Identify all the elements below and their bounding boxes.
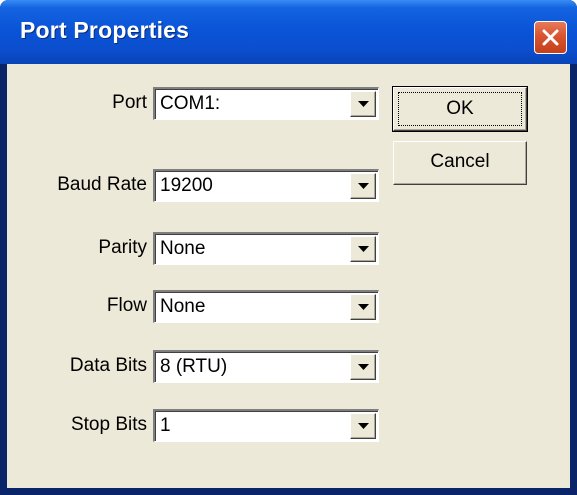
baud-rate-select[interactable]: 19200 <box>153 169 379 202</box>
title-bar[interactable]: Port Properties <box>0 0 577 64</box>
port-select[interactable]: COM1: <box>153 87 379 120</box>
baud-rate-label: Baud Rate <box>57 174 147 195</box>
chevron-down-icon <box>358 101 369 107</box>
data-bits-select-value: 8 (RTU) <box>160 356 228 377</box>
stop-bits-select-value: 1 <box>160 415 171 436</box>
parity-select-value: None <box>160 238 206 259</box>
port-dropdown-button[interactable] <box>350 91 376 117</box>
stop-bits-dropdown-button[interactable] <box>350 413 376 439</box>
close-button[interactable] <box>534 21 567 54</box>
parity-label: Parity <box>98 237 147 258</box>
chevron-down-icon <box>358 364 369 370</box>
close-icon <box>542 29 559 46</box>
stop-bits-label: Stop Bits <box>70 414 147 435</box>
window-title: Port Properties <box>20 17 190 43</box>
chevron-down-icon <box>358 246 369 252</box>
chevron-down-icon <box>358 183 369 189</box>
cancel-button[interactable]: Cancel <box>393 141 527 185</box>
flow-select[interactable]: None <box>153 290 379 323</box>
chevron-down-icon <box>358 304 369 310</box>
data-bits-dropdown-button[interactable] <box>350 354 376 380</box>
ok-button[interactable]: OK <box>392 86 528 132</box>
baud-rate-dropdown-button[interactable] <box>350 173 376 199</box>
flow-select-value: None <box>160 296 206 317</box>
chevron-down-icon <box>358 423 369 429</box>
port-select-value: COM1: <box>160 93 221 114</box>
dialog-body: Port COM1: Baud Rate 19200 Parity None F… <box>7 64 570 488</box>
data-bits-label: Data Bits <box>69 355 147 376</box>
parity-select[interactable]: None <box>153 232 379 265</box>
port-properties-window: Port Properties Port COM1: Baud Rate 192… <box>0 0 577 495</box>
flow-label: Flow <box>106 295 147 316</box>
baud-rate-select-value: 19200 <box>160 175 213 196</box>
ok-button-focus-ring <box>398 92 522 126</box>
cancel-button-label: Cancel <box>430 151 490 172</box>
flow-dropdown-button[interactable] <box>350 294 376 320</box>
parity-dropdown-button[interactable] <box>350 236 376 262</box>
data-bits-select[interactable]: 8 (RTU) <box>153 350 379 383</box>
stop-bits-select[interactable]: 1 <box>153 409 379 442</box>
port-label: Port <box>112 92 147 113</box>
